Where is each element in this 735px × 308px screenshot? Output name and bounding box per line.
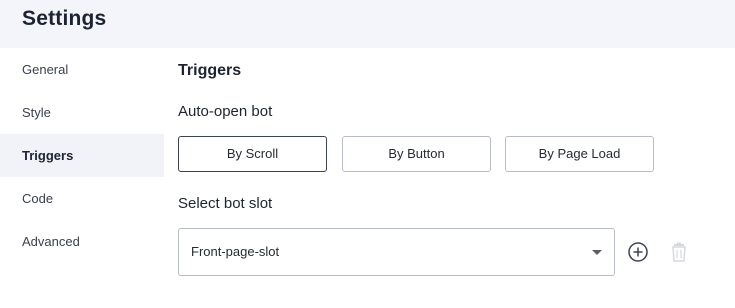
add-slot-button[interactable] — [627, 241, 649, 263]
by-button-button[interactable]: By Button — [342, 136, 491, 172]
section-title: Triggers — [178, 62, 242, 79]
trash-icon — [672, 242, 686, 262]
sidebar-item-triggers[interactable]: Triggers — [0, 134, 164, 177]
by-scroll-button[interactable]: By Scroll — [178, 136, 327, 172]
bot-slot-select-value: Front-page-slot — [191, 244, 280, 259]
bot-slot-label: Select bot slot — [178, 195, 273, 212]
page-title: Settings — [22, 7, 107, 30]
plus-circle-icon — [628, 242, 648, 262]
chevron-down-icon — [592, 250, 602, 255]
by-page-load-button[interactable]: By Page Load — [505, 136, 654, 172]
sidebar-item-code[interactable]: Code — [0, 177, 164, 220]
delete-slot-button[interactable] — [668, 241, 690, 263]
settings-sidebar: General Style Triggers Code Advanced — [0, 48, 164, 308]
sidebar-item-general[interactable]: General — [0, 48, 164, 91]
settings-header: Settings — [0, 0, 735, 48]
auto-open-label: Auto-open bot — [178, 103, 273, 120]
bot-slot-select[interactable]: Front-page-slot — [178, 228, 615, 276]
sidebar-item-advanced[interactable]: Advanced — [0, 220, 164, 263]
sidebar-item-style[interactable]: Style — [0, 91, 164, 134]
